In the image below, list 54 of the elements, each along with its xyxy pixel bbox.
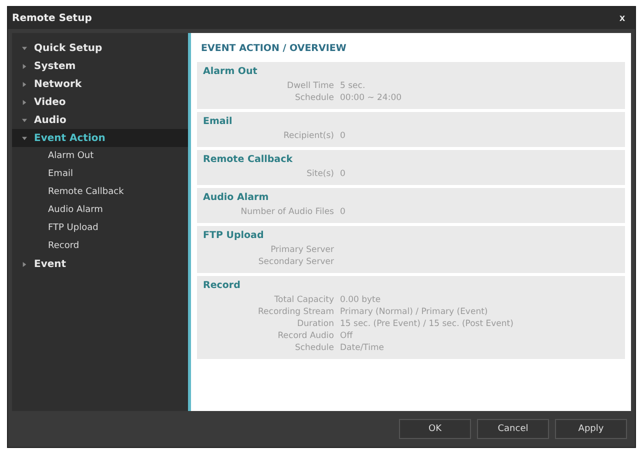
caret-down-icon (22, 118, 27, 122)
dialog-button[interactable]: Apply (555, 419, 627, 439)
field-label: Site(s) (306, 168, 335, 180)
field-label: Primary Server (270, 244, 335, 256)
sidebar-item[interactable]: System (12, 57, 188, 75)
field-label: Schedule (294, 342, 335, 354)
sidebar-subitem[interactable]: Audio Alarm (12, 201, 188, 219)
sidebar-subitem[interactable]: Alarm Out (12, 147, 188, 165)
field-label: Schedule (294, 92, 335, 104)
section-title: Record (203, 280, 242, 291)
field-label: Recording Stream (257, 306, 335, 318)
sidebar-item[interactable]: Event (12, 255, 188, 273)
sidebar-item[interactable]: Network (12, 75, 188, 93)
field-label: Total Capacity (273, 294, 335, 306)
sidebar-item[interactable]: Audio (12, 111, 188, 129)
sidebar-item[interactable]: Video (12, 93, 188, 111)
page-heading: EVENT ACTION / OVERVIEW (200, 42, 348, 56)
window-title: Remote Setup (12, 12, 92, 24)
field-value: 0 (340, 130, 346, 142)
field-value: 0 (340, 206, 346, 218)
close-button[interactable]: x (617, 12, 627, 24)
field-value: 0.00 byte (340, 294, 381, 306)
sidebar-subitem[interactable]: Remote Callback (12, 183, 188, 201)
sidebar-item[interactable]: Event Action (12, 129, 188, 147)
section-title: Alarm Out (203, 66, 258, 77)
caret-right-icon (22, 100, 27, 104)
sidebar-subitem[interactable]: Record (12, 237, 188, 255)
sidebar-item[interactable]: Quick Setup (12, 39, 188, 57)
caret-right-icon (22, 82, 27, 86)
section-title: Remote Callback (203, 154, 294, 165)
dialog-button[interactable]: OK (399, 419, 471, 439)
sidebar-subitem[interactable]: FTP Upload (12, 219, 188, 237)
field-label: Recipient(s) (282, 130, 335, 142)
dialog-button[interactable]: Cancel (477, 419, 549, 439)
section-title: Email (203, 116, 234, 127)
field-value: 0 (340, 168, 346, 180)
sidebar-subitem[interactable]: Email (12, 165, 188, 183)
field-value: Primary (Normal) / Primary (Event) (340, 306, 488, 318)
field-value: Off (340, 330, 353, 342)
field-label: Duration (296, 318, 335, 330)
field-label: Secondary Server (257, 256, 335, 268)
section-title: FTP Upload (203, 230, 265, 241)
field-label: Record Audio (276, 330, 335, 342)
section-title: Audio Alarm (203, 192, 270, 203)
field-label: Dwell Time (286, 80, 335, 92)
caret-right-icon (22, 64, 27, 68)
field-value: 5 sec. (340, 80, 366, 92)
caret-right-icon (22, 262, 27, 266)
field-value: 00:00 ~ 24:00 (340, 92, 402, 104)
field-label: Number of Audio Files (240, 206, 335, 218)
field-value: 15 sec. (Pre Event) / 15 sec. (Post Event) (340, 318, 514, 330)
caret-down-icon (22, 136, 27, 140)
caret-down-icon (22, 46, 27, 50)
field-value: Date/Time (340, 342, 384, 354)
